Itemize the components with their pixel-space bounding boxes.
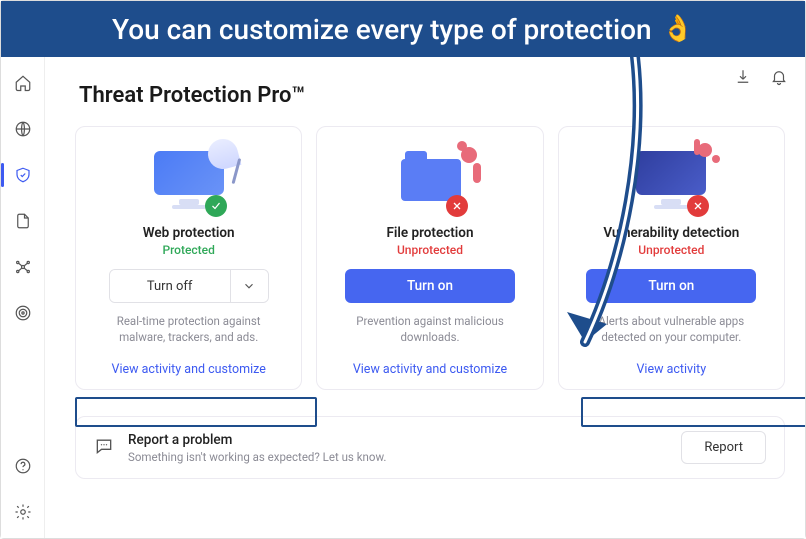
card-description: Alerts about vulnerable apps detected on… (577, 313, 766, 345)
report-subtitle: Something isn't working as expected? Let… (128, 450, 667, 464)
home-icon (14, 74, 32, 92)
topbar (733, 67, 789, 87)
annotation-banner: You can customize every type of protecti… (1, 1, 805, 57)
mesh-icon (14, 258, 32, 276)
content-area: Threat Protection Pro™ Web protection Pr… (45, 57, 805, 538)
web-protection-illustration (94, 141, 283, 219)
turn-off-split-button[interactable]: Turn off (109, 269, 269, 303)
download-icon (734, 68, 752, 86)
page-title: Threat Protection Pro™ (79, 83, 805, 108)
globe-icon (14, 120, 32, 138)
status-unprotected: Unprotected (335, 243, 524, 257)
chevron-down-icon (242, 279, 256, 293)
help-icon (14, 457, 32, 475)
turn-on-button[interactable]: Turn on (345, 269, 515, 303)
view-activity-customize-link[interactable]: View activity and customize (76, 362, 301, 377)
report-button[interactable]: Report (681, 431, 766, 464)
card-vulnerability-detection: Vulnerability detection Unprotected Turn… (558, 126, 785, 390)
status-unprotected: Unprotected (577, 243, 766, 257)
sidebar-item-help[interactable] (9, 452, 37, 480)
status-protected: Protected (94, 243, 283, 257)
sidebar-item-mesh[interactable] (9, 253, 37, 281)
gear-icon (14, 503, 32, 521)
ok-hand-icon: 👌 (662, 14, 694, 44)
check-badge-icon (205, 195, 227, 217)
bell-icon (770, 68, 788, 86)
app-window: Threat Protection Pro™ Web protection Pr… (1, 57, 805, 538)
download-button[interactable] (733, 67, 753, 87)
card-title: Vulnerability detection (577, 225, 766, 241)
card-title: File protection (335, 225, 524, 241)
vulnerability-illustration (577, 141, 766, 219)
sidebar-item-settings[interactable] (9, 498, 37, 526)
sidebar-item-target[interactable] (9, 299, 37, 327)
sidebar-item-globe[interactable] (9, 115, 37, 143)
sidebar-item-file[interactable] (9, 207, 37, 235)
file-protection-illustration (335, 141, 524, 219)
x-badge-icon (687, 195, 709, 217)
view-activity-customize-link[interactable]: View activity and customize (317, 362, 542, 377)
annotation-banner-text: You can customize every type of protecti… (112, 13, 652, 46)
turn-off-button[interactable]: Turn off (110, 270, 230, 302)
report-problem-row: Report a problem Something isn't working… (75, 416, 785, 479)
card-description: Prevention against malicious downloads. (335, 313, 524, 345)
sidebar (1, 57, 45, 538)
notifications-button[interactable] (769, 67, 789, 87)
sidebar-item-shield[interactable] (9, 161, 37, 189)
turn-on-button[interactable]: Turn on (586, 269, 756, 303)
card-description: Real-time protection against malware, tr… (94, 313, 283, 345)
file-icon (14, 212, 32, 230)
x-badge-icon (446, 195, 468, 217)
chat-bubble-icon (94, 436, 114, 460)
target-icon (14, 304, 32, 322)
sidebar-item-home[interactable] (9, 69, 37, 97)
view-activity-link[interactable]: View activity (559, 362, 784, 377)
report-title: Report a problem (128, 432, 667, 448)
protection-cards: Web protection Protected Turn off Real-t… (75, 126, 785, 390)
turn-off-dropdown[interactable] (230, 270, 268, 302)
card-web-protection: Web protection Protected Turn off Real-t… (75, 126, 302, 390)
card-title: Web protection (94, 225, 283, 241)
card-file-protection: File protection Unprotected Turn on Prev… (316, 126, 543, 390)
shield-icon (14, 166, 32, 184)
